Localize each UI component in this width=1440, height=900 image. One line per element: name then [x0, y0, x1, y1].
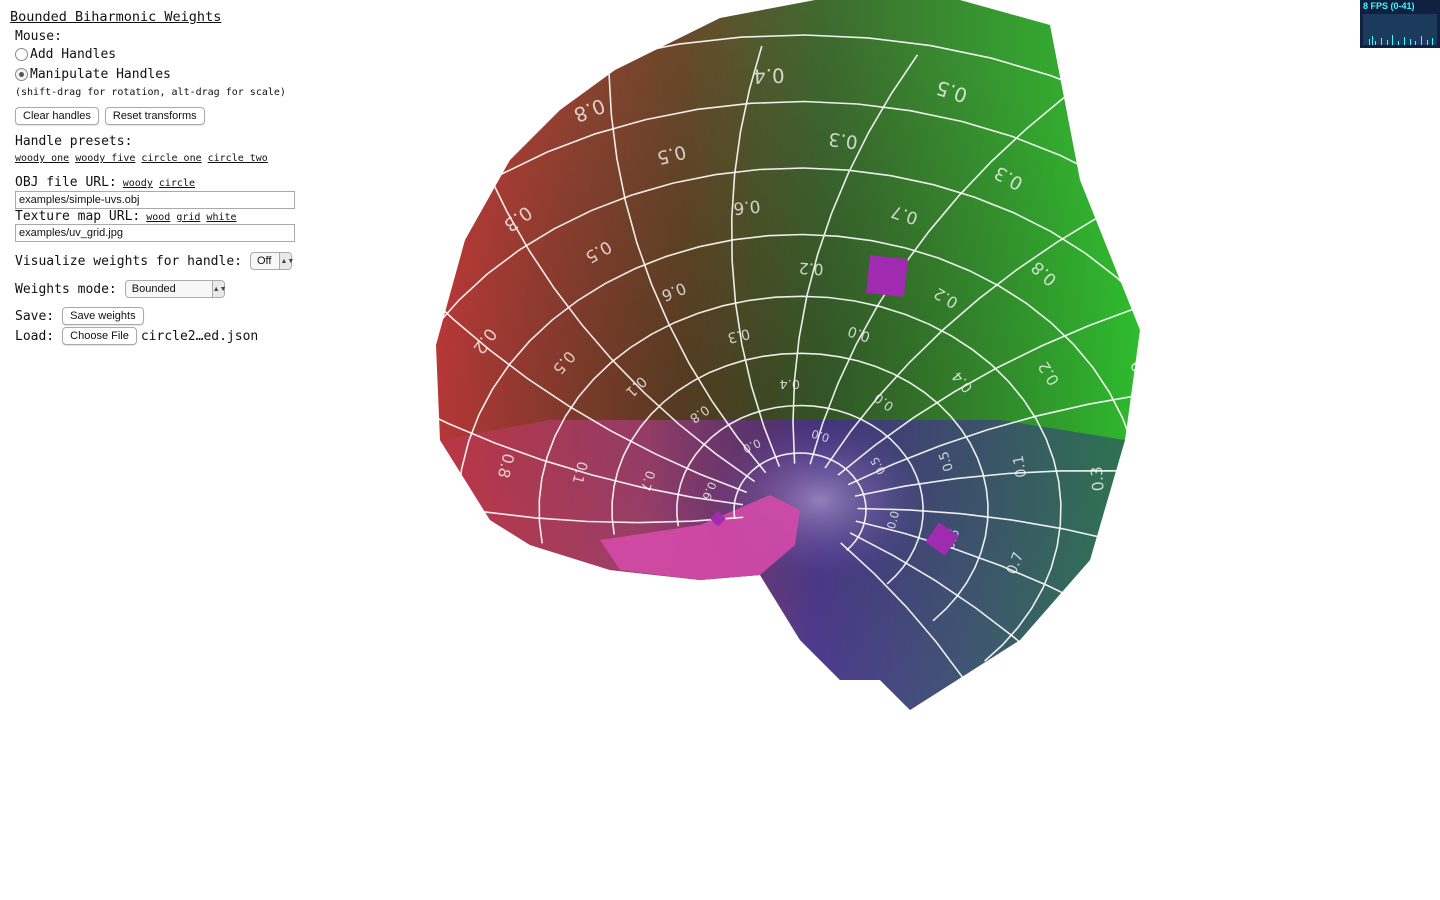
mouse-hint: (shift-drag for rotation, alt-drag for s… [15, 87, 286, 98]
preset-circle-one-link[interactable]: circle one [141, 153, 201, 164]
mesh-viewport[interactable]: 0.60.00.00.50.00.70.80.40.00.50.60.10.10… [179, 0, 1421, 900]
clear-handles-button[interactable]: Clear handles [15, 107, 99, 125]
weights-mode-select[interactable]: Bounded ▲▼ [124, 280, 227, 298]
weight-label: 0.4 [753, 63, 785, 87]
handle-presets-links: woody one woody five circle one circle two [15, 150, 310, 165]
fps-meter: 8 FPS (0-41) [1360, 0, 1440, 48]
handle-presets-label: Handle presets: [15, 134, 133, 149]
texture-white-link[interactable]: white [206, 212, 236, 223]
weight-label: 0.3 [1128, 244, 1163, 280]
weights-mode-value: Bounded [131, 283, 176, 295]
obj-circle-link[interactable]: circle [159, 178, 195, 189]
app-title: Bounded Biharmonic Weights [10, 9, 222, 25]
save-label: Save: [15, 308, 55, 324]
texture-wood-link[interactable]: wood [146, 212, 170, 223]
weight-label: 0.1 [1069, 576, 1095, 606]
fps-bars [1369, 35, 1433, 45]
texture-url-label: Texture map URL: [15, 209, 141, 224]
preset-woody-one-link[interactable]: woody one [15, 153, 69, 164]
weights-mode-label: Weights mode: [15, 281, 117, 297]
weight-label: 0.6 [1098, 137, 1137, 174]
texture-grid-link[interactable]: grid [176, 212, 200, 223]
weight-label: 0.3 [1088, 466, 1108, 492]
control-panel: Bounded Biharmonic Weights Mouse: Add Ha… [10, 9, 310, 345]
radio-manipulate-handles[interactable]: Manipulate Handles [15, 67, 310, 82]
obj-woody-link[interactable]: woody [123, 178, 153, 189]
weight-label: 0.2 [798, 259, 824, 279]
load-filename: circle2…ed.json [140, 328, 259, 344]
preset-circle-two-link[interactable]: circle two [208, 153, 268, 164]
texture-url-input[interactable]: examples/uv_grid.jpg [15, 224, 295, 242]
radio-manipulate-handles-label: Manipulate Handles [30, 67, 171, 82]
weight-label: 0.4 [413, 444, 438, 475]
radio-add-handles-label: Add Handles [30, 47, 117, 62]
weight-label: 0.3 [1138, 606, 1167, 639]
obj-url-input[interactable]: examples/simple-uvs.obj [15, 191, 295, 209]
preset-woody-five-link[interactable]: woody five [75, 153, 135, 164]
reset-transforms-button[interactable]: Reset transforms [104, 107, 205, 125]
radio-add-handles-circle[interactable] [15, 48, 28, 61]
fps-text: 8 FPS (0-41) [1363, 1, 1415, 11]
fps-graph [1363, 14, 1437, 45]
select-arrows-icon: ▲▼ [279, 253, 294, 269]
mouse-label: Mouse: [15, 29, 62, 44]
visualize-weights-select[interactable]: Off ▲▼ [249, 252, 294, 270]
handle-square-large[interactable] [866, 255, 908, 297]
radio-add-handles[interactable]: Add Handles [15, 47, 310, 62]
visualize-weights-label: Visualize weights for handle: [15, 253, 242, 269]
select-arrows-icon: ▲▼ [211, 281, 227, 297]
save-weights-button[interactable]: Save weights [62, 307, 144, 325]
weight-label: 0.6 [732, 195, 761, 218]
load-label: Load: [15, 328, 55, 344]
weight-label: 0.4 [780, 376, 800, 391]
obj-url-label: OBJ file URL: [15, 175, 117, 190]
weight-label: 0.7 [415, 172, 454, 210]
choose-file-button[interactable]: Choose File [62, 327, 137, 345]
visualize-weights-value: Off [256, 255, 272, 267]
radio-manipulate-handles-circle[interactable] [15, 68, 28, 81]
deformed-mesh[interactable]: 0.60.00.00.50.00.70.80.40.00.50.60.10.10… [179, 0, 1421, 900]
weight-label: 0.3 [827, 128, 859, 152]
